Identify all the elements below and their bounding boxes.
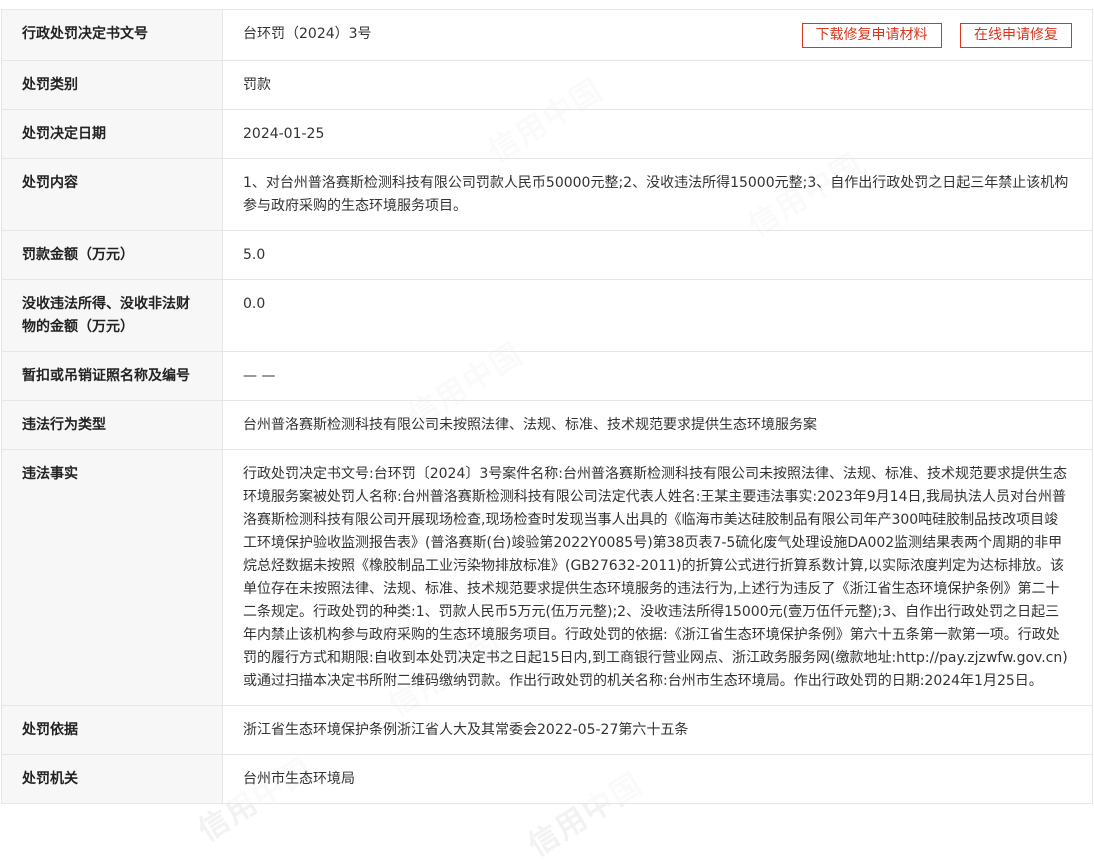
penalty-basis-value: 浙江省生态环境保护条例浙江省人大及其常委会2022-05-27第六十五条 — [222, 705, 1093, 755]
penalty-basis-label: 处罚依据 — [1, 705, 223, 755]
license-revoked-value: — — — [222, 351, 1093, 401]
license-revoked-label: 暂扣或吊销证照名称及编号 — [1, 351, 223, 401]
penalty-detail-table: 行政处罚决定书文号 下载修复申请材料 在线申请修复 台环罚（2024）3号 处罚… — [1, 9, 1093, 804]
table-row: 行政处罚决定书文号 下载修复申请材料 在线申请修复 台环罚（2024）3号 — [1, 9, 1093, 61]
repair-actions: 下载修复申请材料 在线申请修复 — [788, 23, 1072, 48]
table-row: 暂扣或吊销证照名称及编号 — — — [1, 351, 1093, 401]
online-repair-application-button[interactable]: 在线申请修复 — [960, 23, 1072, 48]
penalty-authority-label: 处罚机关 — [1, 754, 223, 804]
table-row: 处罚依据 浙江省生态环境保护条例浙江省人大及其常委会2022-05-27第六十五… — [1, 705, 1093, 755]
table-row: 没收违法所得、没收非法财物的金额（万元） 0.0 — [1, 279, 1093, 352]
decision-number-label: 行政处罚决定书文号 — [1, 9, 223, 61]
confiscated-amount-label: 没收违法所得、没收非法财物的金额（万元） — [1, 279, 223, 352]
violation-facts-label: 违法事实 — [1, 449, 223, 706]
violation-type-label: 违法行为类型 — [1, 400, 223, 450]
penalty-authority-value: 台州市生态环境局 — [222, 754, 1093, 804]
table-row: 罚款金额（万元） 5.0 — [1, 230, 1093, 280]
penalty-content-value: 1、对台州普洛赛斯检测科技有限公司罚款人民币50000元整;2、没收违法所得15… — [222, 158, 1093, 231]
decision-date-label: 处罚决定日期 — [1, 109, 223, 159]
table-row: 处罚内容 1、对台州普洛赛斯检测科技有限公司罚款人民币50000元整;2、没收违… — [1, 158, 1093, 231]
table-row: 违法事实 行政处罚决定书文号:台环罚〔2024〕3号案件名称:台州普洛赛斯检测科… — [1, 449, 1093, 706]
decision-date-value: 2024-01-25 — [222, 109, 1093, 159]
table-row: 处罚决定日期 2024-01-25 — [1, 109, 1093, 159]
decision-number-value: 台环罚（2024）3号 — [243, 26, 372, 42]
violation-facts-value: 行政处罚决定书文号:台环罚〔2024〕3号案件名称:台州普洛赛斯检测科技有限公司… — [222, 449, 1093, 706]
penalty-category-value: 罚款 — [222, 60, 1093, 110]
fine-amount-label: 罚款金额（万元） — [1, 230, 223, 280]
decision-number-cell: 下载修复申请材料 在线申请修复 台环罚（2024）3号 — [222, 9, 1093, 61]
table-row: 处罚类别 罚款 — [1, 60, 1093, 110]
fine-amount-value: 5.0 — [222, 230, 1093, 280]
violation-type-value: 台州普洛赛斯检测科技有限公司未按照法律、法规、标准、技术规范要求提供生态环境服务… — [222, 400, 1093, 450]
download-repair-materials-button[interactable]: 下载修复申请材料 — [801, 23, 942, 48]
confiscated-amount-value: 0.0 — [222, 279, 1093, 352]
penalty-category-label: 处罚类别 — [1, 60, 223, 110]
table-row: 处罚机关 台州市生态环境局 — [1, 754, 1093, 804]
penalty-content-label: 处罚内容 — [1, 158, 223, 231]
table-row: 违法行为类型 台州普洛赛斯检测科技有限公司未按照法律、法规、标准、技术规范要求提… — [1, 400, 1093, 450]
